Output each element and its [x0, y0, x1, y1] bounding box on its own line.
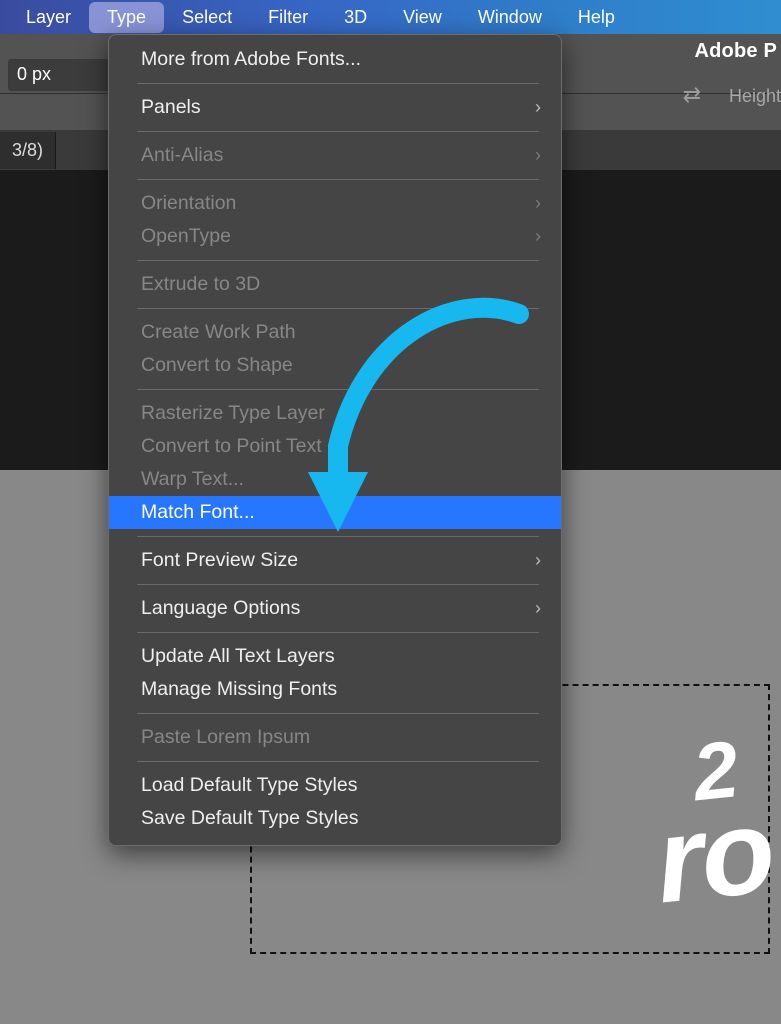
chevron-right-icon: ›	[535, 193, 541, 214]
document-tab[interactable]: 3/8)	[0, 132, 56, 169]
menu-item-label: Rasterize Type Layer	[141, 402, 325, 425]
menu-item-label: Convert to Shape	[141, 354, 293, 377]
menu-item-convert-to-shape: Convert to Shape	[109, 349, 561, 382]
menu-item-update-all-text-layers[interactable]: Update All Text Layers	[109, 640, 561, 673]
chevron-right-icon: ›	[535, 550, 541, 571]
menu-item-rasterize-type-layer: Rasterize Type Layer	[109, 397, 561, 430]
chevron-right-icon: ›	[535, 226, 541, 247]
menu-item-label: Orientation	[141, 192, 236, 215]
menu-item-save-default-type-styles[interactable]: Save Default Type Styles	[109, 802, 561, 835]
menu-item-label: Save Default Type Styles	[141, 807, 359, 830]
menu-item-label: Paste Lorem Ipsum	[141, 726, 310, 749]
menu-item-label: Panels	[141, 96, 201, 119]
menubar: Layer Type Select Filter 3D View Window …	[0, 0, 781, 34]
menu-layer[interactable]: Layer	[8, 2, 89, 33]
menu-item-more-from-adobe-fonts[interactable]: More from Adobe Fonts...	[109, 43, 561, 76]
menu-item-font-preview-size[interactable]: Font Preview Size ›	[109, 544, 561, 577]
menu-item-label: OpenType	[141, 225, 231, 248]
menu-filter[interactable]: Filter	[250, 2, 326, 33]
menu-type[interactable]: Type	[89, 2, 164, 33]
menu-item-language-options[interactable]: Language Options ›	[109, 592, 561, 625]
menu-item-anti-alias: Anti-Alias ›	[109, 139, 561, 172]
menu-item-manage-missing-fonts[interactable]: Manage Missing Fonts	[109, 673, 561, 706]
menu-item-label: Convert to Point Text	[141, 435, 322, 458]
menu-item-label: Extrude to 3D	[141, 273, 260, 296]
height-label: Height	[729, 86, 781, 107]
menu-view[interactable]: View	[385, 2, 460, 33]
menu-item-extrude-to-3d: Extrude to 3D	[109, 268, 561, 301]
menu-item-label: Font Preview Size	[141, 549, 298, 572]
menu-item-label: Anti-Alias	[141, 144, 223, 167]
menu-item-label: Warp Text...	[141, 468, 244, 491]
menu-item-label: Create Work Path	[141, 321, 296, 344]
px-input[interactable]	[8, 59, 116, 91]
menu-item-label: More from Adobe Fonts...	[141, 48, 361, 71]
chevron-right-icon: ›	[535, 145, 541, 166]
menu-window[interactable]: Window	[460, 2, 560, 33]
menu-item-load-default-type-styles[interactable]: Load Default Type Styles	[109, 769, 561, 802]
menu-3d[interactable]: 3D	[326, 2, 385, 33]
menu-item-paste-lorem-ipsum: Paste Lorem Ipsum	[109, 721, 561, 754]
menu-help[interactable]: Help	[560, 2, 633, 33]
chevron-right-icon: ›	[535, 598, 541, 619]
chevron-right-icon: ›	[535, 97, 541, 118]
swap-icon[interactable]: ⇄	[683, 82, 701, 108]
menu-item-opentype: OpenType ›	[109, 220, 561, 253]
menu-item-label: Load Default Type Styles	[141, 774, 357, 797]
menu-item-warp-text: Warp Text...	[109, 463, 561, 496]
menu-item-label: Match Font...	[141, 501, 255, 524]
menu-item-panels[interactable]: Panels ›	[109, 91, 561, 124]
menu-item-label: Manage Missing Fonts	[141, 678, 337, 701]
menu-item-orientation: Orientation ›	[109, 187, 561, 220]
type-menu-dropdown: More from Adobe Fonts...Panels›Anti-Alia…	[108, 34, 562, 846]
app-title: Adobe P	[694, 40, 777, 63]
menu-select[interactable]: Select	[164, 2, 250, 33]
artwork-script-text: 2 ro	[645, 738, 777, 910]
menu-item-label: Language Options	[141, 597, 300, 620]
menu-item-label: Update All Text Layers	[141, 645, 335, 668]
menu-item-convert-to-point-text: Convert to Point Text	[109, 430, 561, 463]
menu-item-create-work-path: Create Work Path	[109, 316, 561, 349]
menu-item-match-font[interactable]: Match Font...	[109, 496, 561, 529]
